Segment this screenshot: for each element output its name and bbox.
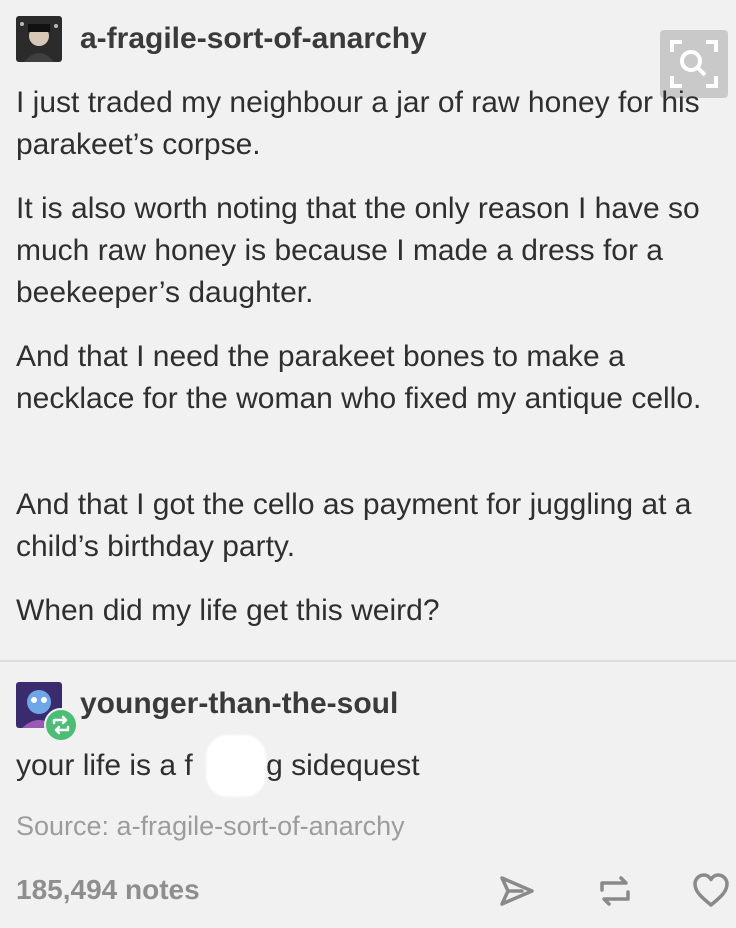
user-avatar-icon xyxy=(16,16,62,62)
reblogger-username[interactable]: younger-than-the-soul xyxy=(80,686,398,722)
reblog-button[interactable] xyxy=(594,870,636,912)
post-paragraph: It is also worth noting that the only re… xyxy=(16,192,700,309)
share-icon xyxy=(500,876,534,906)
reblog-badge xyxy=(44,708,78,742)
reblog-comment: your life is a f ing sidequest xyxy=(16,749,420,782)
source-link[interactable]: Source: a-fragile-sort-of-anarchy xyxy=(16,808,405,844)
avatar-original-poster[interactable] xyxy=(16,16,62,62)
reblog-icon xyxy=(600,876,630,906)
notes-count[interactable]: 185,494 notes xyxy=(16,872,200,908)
post-paragraph: And that I need the parakeet bones to ma… xyxy=(16,340,702,415)
post-paragraph: When did my life get this weird? xyxy=(16,594,440,627)
redaction-blob xyxy=(206,735,266,797)
post-paragraph: I just traded my neighbour a jar of raw … xyxy=(16,86,700,161)
like-button[interactable] xyxy=(690,870,732,912)
heart-icon xyxy=(693,873,729,907)
original-poster-username[interactable]: a-fragile-sort-of-anarchy xyxy=(80,21,427,57)
reblog-icon xyxy=(52,715,70,735)
share-button[interactable] xyxy=(496,870,538,912)
post-paragraph: And that I got the cello as payment for … xyxy=(16,488,692,563)
reblog-divider xyxy=(0,660,736,662)
